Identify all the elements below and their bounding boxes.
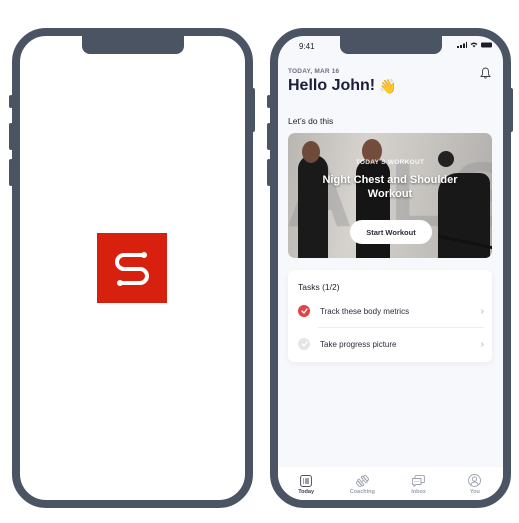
tab-label: Inbox: [411, 488, 426, 495]
home-phone: 9:41 TODAY, MAR 16 Hello John! 👋 Let’s d…: [270, 28, 511, 508]
wifi-icon: [470, 42, 478, 48]
task-item[interactable]: Track these body metrics ›: [298, 301, 484, 321]
date-label: TODAY, MAR 16: [288, 68, 340, 75]
signal-icon: [457, 42, 467, 48]
task-divider: [318, 327, 484, 328]
task-label: Take progress picture: [320, 339, 397, 349]
tasks-title: Tasks (1/2): [298, 282, 340, 292]
workout-photo-figure: [298, 155, 328, 258]
stylized-s-logo-icon: [115, 252, 149, 286]
task-item[interactable]: Take progress picture ›: [298, 334, 484, 354]
greeting-text: Hello John!: [288, 77, 376, 94]
phone-notch: [82, 35, 184, 54]
status-icons: [457, 42, 493, 48]
chevron-right-icon: ›: [480, 338, 484, 350]
bell-icon: [480, 67, 491, 79]
task-label: Track these body metrics: [320, 306, 410, 316]
tasks-card: Tasks (1/2) Track these body metrics › T…: [288, 270, 492, 362]
notifications-button[interactable]: [480, 66, 491, 84]
greeting: Hello John! 👋: [288, 77, 397, 95]
chevron-right-icon: ›: [480, 305, 484, 317]
workout-title: Night Chest and Shoulder Workout: [322, 174, 458, 200]
phone-notch: [340, 36, 442, 54]
tab-label: Today: [298, 488, 315, 495]
workout-card[interactable]: AILS TODAY'S WORKOUT Night Chest and Sho…: [288, 133, 492, 258]
section-title: Let’s do this: [288, 116, 334, 126]
status-time: 9:41: [299, 42, 315, 51]
user-icon: [468, 474, 482, 487]
tab-label: You: [469, 489, 480, 495]
chat-icon: [412, 474, 425, 487]
tab-you[interactable]: You: [447, 467, 503, 500]
waving-hand-emoji: 👋: [379, 77, 397, 94]
splash-phone: [12, 28, 253, 508]
start-workout-button[interactable]: Start Workout: [350, 220, 432, 244]
workout-eyebrow: TODAY'S WORKOUT: [355, 159, 425, 166]
dumbbell-icon: [355, 474, 369, 487]
tab-bar: Today Coaching Inbox You: [278, 467, 503, 500]
task-checked-icon: [298, 305, 310, 317]
tab-coaching[interactable]: Coaching: [334, 467, 390, 500]
tab-inbox[interactable]: Inbox: [391, 467, 447, 500]
app-logo: [97, 233, 167, 303]
task-unchecked-icon: [298, 338, 310, 350]
tab-label: Coaching: [349, 488, 375, 495]
battery-icon: [481, 42, 492, 48]
tab-today[interactable]: Today: [278, 467, 334, 500]
list-icon: [300, 474, 312, 487]
